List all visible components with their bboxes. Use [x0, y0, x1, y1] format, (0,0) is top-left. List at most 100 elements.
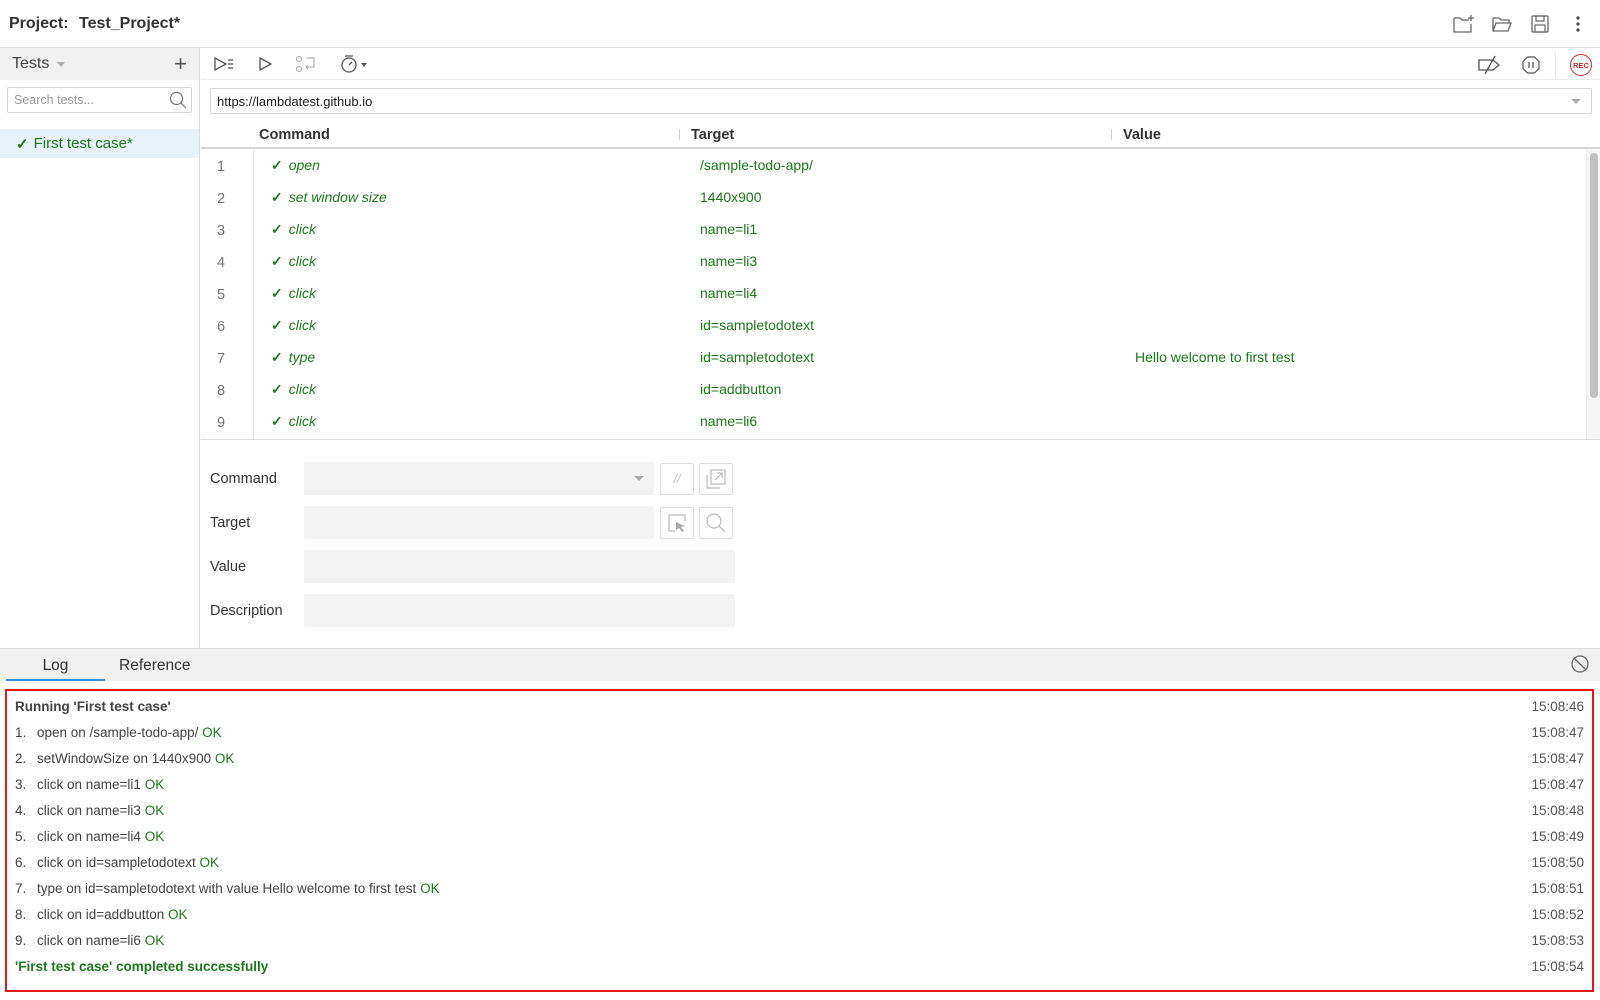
value-field[interactable] [304, 550, 735, 583]
open-reference-icon[interactable] [699, 462, 733, 495]
log-entry-number: 7. [15, 881, 27, 896]
log-entry-number: 4. [15, 803, 27, 818]
table-scrollbar[interactable] [1586, 150, 1600, 439]
row-command: ✓ set window size [271, 189, 387, 206]
search-tests[interactable] [7, 87, 192, 113]
search-tests-input[interactable] [8, 88, 191, 112]
target-field[interactable] [304, 506, 654, 539]
toolbar-divider [1555, 52, 1556, 78]
base-url-input[interactable] [211, 89, 1571, 113]
log-entry: 6. click on id=sampletodotext OK 15:08:50 [15, 855, 1584, 875]
row-number: 7 [216, 351, 226, 367]
target-input[interactable] [304, 506, 654, 539]
pause-on-exceptions-icon[interactable] [1521, 53, 1541, 77]
find-target-icon[interactable] [699, 506, 733, 539]
value-input[interactable] [304, 550, 735, 583]
row-number: 8 [216, 383, 226, 399]
row-target: name=li1 [700, 221, 758, 237]
search-icon[interactable] [169, 91, 187, 112]
command-label: Command [210, 470, 277, 487]
log-entry-number: 6. [15, 855, 27, 870]
check-icon: ✓ [271, 253, 283, 269]
chevron-down-icon[interactable] [634, 476, 644, 481]
check-icon: ✓ [271, 189, 283, 205]
log-timestamp: 15:08:48 [1531, 803, 1584, 818]
scrollbar-thumb[interactable] [1590, 153, 1598, 398]
check-icon: ✓ [271, 381, 283, 397]
log-timestamp: 15:08:53 [1531, 933, 1584, 948]
project-title: Project: Test_Project* [9, 15, 180, 33]
project-name[interactable]: Test_Project* [79, 15, 180, 32]
row-command-text: click [288, 381, 316, 397]
command-field[interactable] [304, 462, 654, 495]
check-icon: ✓ [271, 317, 283, 333]
log-header: Running 'First test case' 15:08:46 [15, 699, 1584, 719]
tests-dropdown[interactable]: Tests + [0, 48, 199, 80]
tab-reference[interactable]: Reference [119, 657, 191, 675]
row-command: ✓ type [271, 349, 315, 366]
select-target-icon[interactable] [660, 506, 694, 539]
table-row[interactable]: 6 ✓ click id=sampletodotext [201, 310, 1600, 342]
log-entry: 5. click on name=li4 OK 15:08:49 [15, 829, 1584, 849]
base-url-combobox[interactable] [210, 88, 1592, 114]
save-project-icon[interactable] [1528, 12, 1552, 36]
step-over-icon[interactable] [295, 52, 317, 76]
log-header-text: Running 'First test case' [15, 699, 171, 714]
log-entry-text: click on name=li6 [37, 933, 141, 948]
run-all-tests-icon[interactable] [213, 52, 235, 76]
run-current-test-icon[interactable] [257, 52, 273, 76]
row-number: 4 [216, 255, 226, 271]
log-timestamp: 15:08:51 [1531, 881, 1584, 896]
editor-toolbar: REC [201, 48, 1600, 80]
description-field[interactable] [304, 594, 735, 627]
tests-title[interactable]: Tests [12, 55, 49, 73]
row-command: ✓ click [271, 253, 316, 270]
test-item-label: First test case* [33, 135, 133, 152]
more-options-icon[interactable] [1566, 12, 1590, 36]
table-row[interactable]: 9 ✓ click name=li6 [201, 406, 1600, 438]
log-entry-text: type on id=sampletodotext with value Hel… [37, 881, 417, 896]
check-icon: ✓ [16, 135, 29, 153]
test-item-first-test-case[interactable]: ✓ First test case* [0, 129, 199, 158]
row-number: 9 [216, 415, 226, 431]
row-target: id=addbutton [700, 381, 782, 397]
table-row[interactable]: 3 ✓ click name=li1 [201, 214, 1600, 246]
table-row[interactable]: 2 ✓ set window size 1440x900 [201, 182, 1600, 214]
log-timestamp: 15:08:47 [1531, 751, 1584, 766]
column-resize-handle[interactable] [679, 129, 680, 140]
speed-timer-icon[interactable] [339, 52, 369, 76]
chevron-down-icon[interactable] [57, 61, 66, 67]
table-row[interactable]: 5 ✓ click name=li4 [201, 278, 1600, 310]
log-entry-text: open on /sample-todo-app/ [37, 725, 199, 740]
command-input[interactable] [304, 462, 654, 495]
log-timestamp: 15:08:47 [1531, 777, 1584, 792]
description-input[interactable] [304, 594, 735, 627]
add-test-button[interactable]: + [174, 51, 187, 77]
table-row[interactable]: 4 ✓ click name=li3 [201, 246, 1600, 278]
record-button[interactable]: REC [1570, 54, 1592, 76]
toggle-comment-button[interactable]: // [660, 462, 694, 495]
chevron-down-icon[interactable] [1571, 98, 1581, 104]
row-command-text: set window size [288, 189, 387, 205]
log-entry: 9. click on name=li6 OK 15:08:53 [15, 933, 1584, 953]
tab-log[interactable]: Log [6, 657, 105, 681]
clear-log-icon[interactable] [1570, 654, 1590, 677]
table-row[interactable]: 7 ✓ type id=sampletodotext Hello welcome to … [201, 342, 1600, 374]
log-entry-text: click on name=li3 [37, 803, 141, 818]
log-entry-status: OK [144, 777, 165, 792]
column-resize-handle[interactable] [1111, 129, 1112, 140]
row-command: ✓ click [271, 413, 316, 430]
check-icon: ✓ [271, 413, 283, 429]
log-entry-text: click on id=addbutton [37, 907, 165, 922]
log-timestamp: 15:08:49 [1531, 829, 1584, 844]
log-entry-status: OK [420, 881, 440, 896]
new-project-icon[interactable] [1452, 12, 1476, 36]
table-row[interactable]: 1 ✓ open/sample-todo-app/ [201, 150, 1600, 182]
tests-sidebar: Tests + ✓ First test case* [0, 48, 200, 648]
open-project-icon[interactable] [1490, 12, 1514, 36]
commands-table: Command Target Value 1 ✓ open/sample-todo-… [201, 120, 1600, 440]
log-entry-number: 3. [15, 777, 27, 792]
row-command-text: click [288, 413, 316, 429]
table-row[interactable]: 8 ✓ click id=addbutton [201, 374, 1600, 406]
disable-breakpoints-icon[interactable] [1477, 53, 1503, 77]
